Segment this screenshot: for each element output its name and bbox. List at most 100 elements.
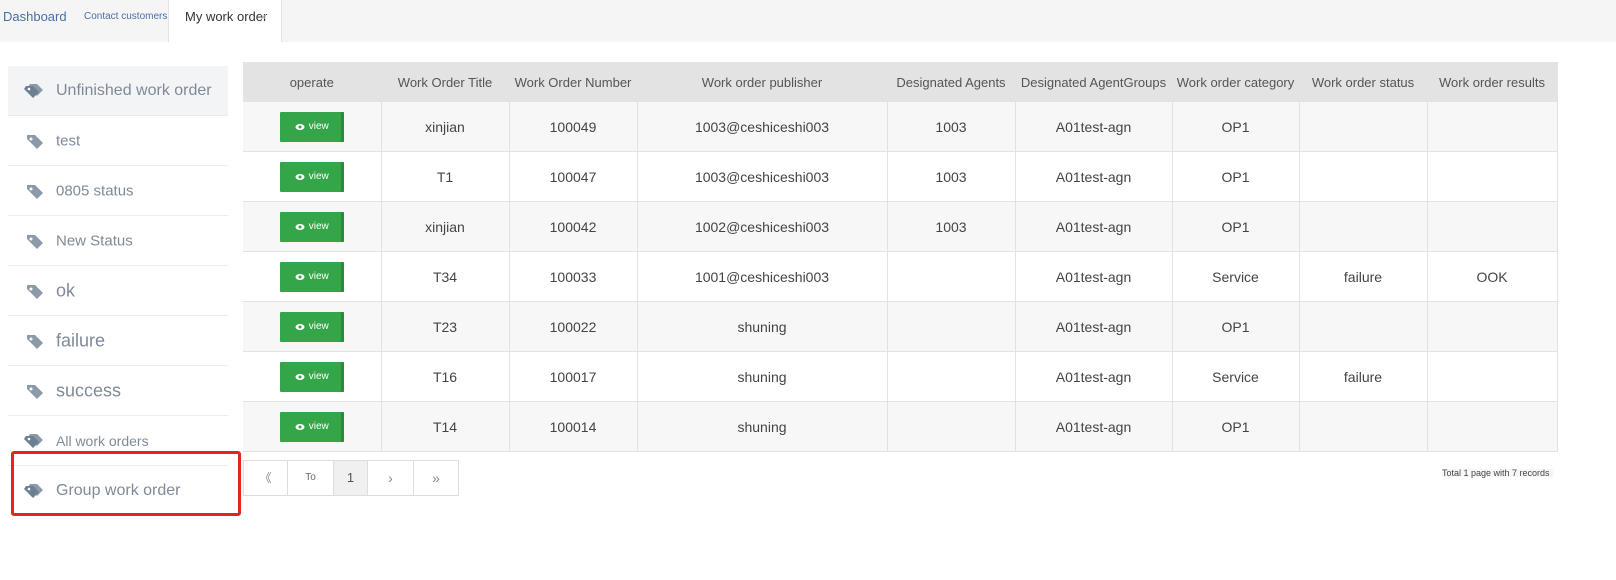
cell-result	[1427, 102, 1558, 152]
column-header: Designated AgentGroups	[1015, 62, 1173, 102]
cell-result: OOK	[1427, 251, 1558, 302]
tab-my-work-order[interactable]: My work order ×	[168, 0, 282, 42]
view-button[interactable]: view	[279, 211, 344, 242]
sidebar: Unfinished work order test 0805 status N…	[8, 66, 228, 516]
tab-dashboard[interactable]: Dashboard	[0, 0, 67, 42]
cell-status	[1299, 301, 1428, 352]
sidebar-item-unfinished-work-order[interactable]: Unfinished work order	[8, 66, 228, 116]
column-header: Work Order Number	[509, 62, 638, 102]
sidebar-item-all-work-orders[interactable]: All work orders	[8, 416, 228, 466]
cell-title: T16	[381, 351, 510, 402]
table-row: view xinjian 100049 1003@ceshiceshi003 1003 A…	[243, 102, 1558, 152]
column-header: operate	[243, 62, 382, 102]
view-button-label: view	[308, 271, 329, 282]
cell-agent-group: A01test-agn	[1015, 102, 1173, 152]
cell-publisher: 1003@ceshiceshi003	[637, 102, 888, 152]
tag-icon	[27, 235, 43, 249]
sidebar-item-label: success	[56, 380, 122, 400]
column-header: Designated Agents	[887, 62, 1016, 102]
cell-publisher: shuning	[637, 301, 888, 352]
eye-icon	[295, 373, 305, 380]
view-button[interactable]: view	[279, 111, 344, 142]
cell-agent: 1003	[887, 201, 1016, 252]
view-button-label: view	[308, 371, 329, 382]
sidebar-item-label: test	[56, 132, 81, 149]
view-button[interactable]: view	[279, 311, 344, 342]
sidebar-item-ok[interactable]: ok	[8, 266, 228, 316]
cell-status	[1299, 151, 1428, 202]
cell-title: T34	[381, 251, 510, 302]
view-button-label: view	[308, 171, 329, 182]
table-row: view T16 100017 shuning A01test-agn Service fa…	[243, 351, 1558, 402]
cell-agent-group: A01test-agn	[1015, 201, 1173, 252]
current-page-number[interactable]: 1	[334, 461, 368, 495]
cell-number: 100022	[509, 301, 638, 352]
cell-number: 100049	[509, 102, 638, 152]
cell-category: OP1	[1172, 201, 1300, 252]
view-button[interactable]: view	[279, 161, 344, 192]
cell-publisher: 1001@ceshiceshi003	[637, 251, 888, 302]
tag-icon	[27, 335, 43, 349]
column-header: Work Order Title	[381, 62, 510, 102]
sidebar-item-label: New Status	[56, 232, 133, 249]
view-button[interactable]: view	[279, 261, 344, 292]
cell-agent-group: A01test-agn	[1015, 251, 1173, 302]
cell-title: xinjian	[381, 201, 510, 252]
cell-status	[1299, 102, 1428, 152]
view-button-label: view	[308, 121, 329, 132]
sidebar-item-label: failure	[56, 330, 106, 350]
tag-icon	[27, 385, 43, 399]
view-button[interactable]: view	[279, 361, 344, 392]
cell-status	[1299, 401, 1428, 452]
close-icon[interactable]: ×	[260, 0, 267, 34]
tag-icon	[27, 135, 43, 149]
cell-publisher: 1002@ceshiceshi003	[637, 201, 888, 252]
sidebar-item-new-status[interactable]: New Status	[8, 216, 228, 266]
cell-status: failure	[1299, 251, 1428, 302]
cell-operate: view	[243, 301, 382, 352]
sidebar-item-group-work-order[interactable]: Group work order	[8, 466, 228, 516]
cell-publisher: shuning	[637, 401, 888, 452]
view-button[interactable]: view	[279, 411, 344, 442]
cell-status	[1299, 201, 1428, 252]
cell-operate: view	[243, 351, 382, 402]
sidebar-item-label: Group work order	[56, 482, 181, 499]
sidebar-item-success[interactable]: success	[8, 366, 228, 416]
double-tag-icon	[24, 484, 43, 498]
table-row: view xinjian 100042 1002@ceshiceshi003 1003 A…	[243, 201, 1558, 252]
tab-contact-customers[interactable]: Contact customers	[84, 0, 167, 42]
cell-publisher: 1003@ceshiceshi003	[637, 151, 888, 202]
eye-icon	[295, 223, 305, 230]
next-page-button[interactable]: ›	[368, 461, 414, 495]
cell-result	[1427, 201, 1558, 252]
sidebar-item-0805-status[interactable]: 0805 status	[8, 166, 228, 216]
table-row: view T1 100047 1003@ceshiceshi003 1003 A01tes…	[243, 151, 1558, 202]
goto-page-button[interactable]: To	[288, 461, 334, 495]
last-page-button[interactable]: »	[414, 461, 458, 495]
eye-icon	[295, 123, 305, 130]
tab-my-work-order-label: My work order	[185, 9, 268, 24]
cell-category: OP1	[1172, 151, 1300, 202]
tag-icon	[27, 185, 43, 199]
eye-icon	[295, 273, 305, 280]
cell-number: 100033	[509, 251, 638, 302]
cell-agent-group: A01test-agn	[1015, 301, 1173, 352]
sidebar-item-failure[interactable]: failure	[8, 316, 228, 366]
eye-icon	[295, 423, 305, 430]
cell-agent	[887, 251, 1016, 302]
cell-agent-group: A01test-agn	[1015, 151, 1173, 202]
view-button-label: view	[308, 321, 329, 332]
cell-category: OP1	[1172, 102, 1300, 152]
pagination-summary: Total 1 page with 7 records	[1442, 469, 1554, 478]
cell-agent-group: A01test-agn	[1015, 401, 1173, 452]
sidebar-item-test[interactable]: test	[8, 116, 228, 166]
cell-number: 100017	[509, 351, 638, 402]
first-page-button[interactable]: 《	[244, 461, 288, 495]
view-button-label: view	[308, 221, 329, 232]
double-tag-icon	[24, 434, 43, 448]
cell-operate: view	[243, 401, 382, 452]
column-header: Work order status	[1299, 62, 1428, 102]
double-tag-icon	[24, 84, 43, 98]
sidebar-item-label: 0805 status	[56, 182, 134, 199]
cell-category: OP1	[1172, 401, 1300, 452]
